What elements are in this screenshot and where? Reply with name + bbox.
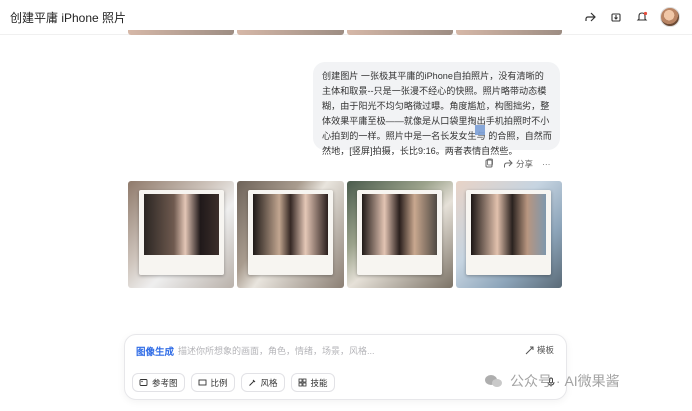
template-label: 模板	[536, 345, 554, 355]
share-label: 分享	[516, 159, 534, 169]
tool-label: 参考图	[152, 377, 178, 388]
ratio-button[interactable]: 比例	[190, 373, 235, 392]
message-actions: 分享 ···	[484, 158, 551, 170]
page-title: 创建平庸 iPhone 照片	[10, 10, 127, 25]
photo-frame	[138, 189, 224, 276]
tool-label: 比例	[210, 377, 228, 388]
tool-bar: 参考图 比例 风格 技能	[132, 373, 335, 392]
previous-image	[237, 30, 344, 35]
photo-frame	[247, 189, 333, 276]
notification-icon[interactable]	[634, 9, 650, 25]
skill-button[interactable]: 技能	[290, 373, 335, 392]
brush-icon	[248, 379, 255, 386]
reference-image-button[interactable]: 参考图	[132, 373, 185, 392]
generated-photo[interactable]	[237, 181, 344, 288]
cursor-selection-marker	[475, 125, 485, 135]
previous-image	[455, 30, 562, 35]
previous-image-strip	[128, 30, 562, 35]
share-button[interactable]: 分享	[503, 158, 533, 170]
avatar[interactable]	[660, 7, 680, 27]
share-icon[interactable]	[582, 9, 598, 25]
image-icon	[139, 379, 148, 386]
watermark: 公众号 · AI微果酱	[484, 371, 620, 391]
generated-photo[interactable]	[346, 181, 453, 288]
style-button[interactable]: 风格	[240, 373, 285, 392]
previous-image	[346, 30, 453, 35]
more-button[interactable]: ···	[542, 159, 551, 169]
photo-frame	[357, 189, 443, 276]
prompt-input[interactable]: 描述你所想象的画面，角色，情绪，场景，风格...	[178, 344, 375, 357]
generated-image-gallery	[128, 181, 562, 288]
generated-photo[interactable]	[455, 181, 562, 288]
mode-label[interactable]: 图像生成	[136, 344, 174, 358]
template-button[interactable]: 模板	[525, 344, 554, 356]
previous-image	[128, 30, 235, 35]
copy-icon[interactable]	[484, 158, 494, 170]
photo-frame	[466, 189, 552, 276]
generated-photo[interactable]	[128, 181, 235, 288]
download-icon[interactable]	[608, 9, 624, 25]
tool-label: 技能	[310, 377, 328, 388]
user-message-bubble: 创建图片 一张极其平庸的iPhone自拍照片，没有清晰的主体和取景--只是一张漫…	[313, 62, 560, 156]
watermark-text: 公众号 · AI微果酱	[510, 373, 620, 389]
top-actions	[582, 7, 680, 27]
grid-icon	[298, 378, 306, 387]
ratio-icon	[198, 379, 206, 386]
tool-label: 风格	[260, 377, 278, 388]
wechat-icon	[485, 375, 502, 387]
